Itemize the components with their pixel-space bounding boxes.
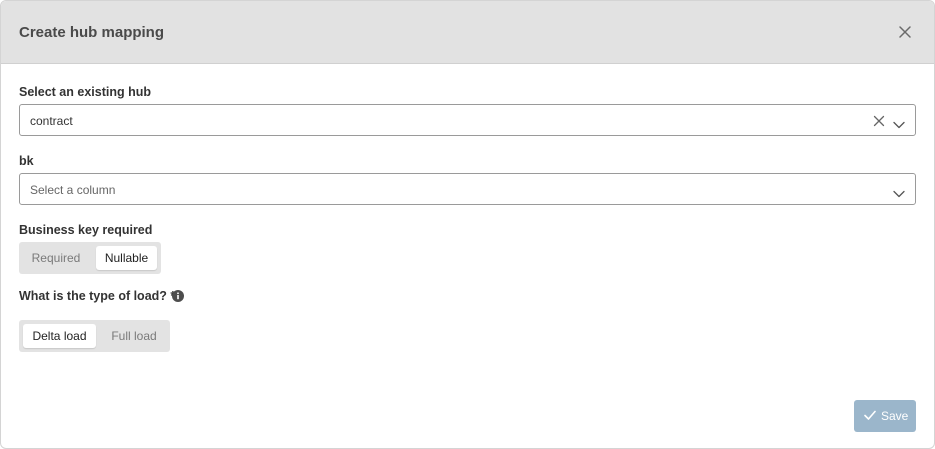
close-button[interactable]	[898, 25, 912, 39]
save-button-label: Save	[881, 409, 909, 423]
bk-column-select[interactable]: Select a column	[19, 173, 916, 205]
bk-label: bk	[19, 154, 34, 168]
business-key-label: Business key required	[19, 223, 153, 237]
save-button[interactable]: Save	[854, 400, 916, 432]
business-key-toggle: Required Nullable	[19, 242, 161, 274]
option-full-load[interactable]: Full load	[102, 324, 166, 348]
hub-select[interactable]: contract	[19, 104, 916, 136]
dialog-title: Create hub mapping	[19, 24, 165, 41]
option-required[interactable]: Required	[23, 246, 89, 270]
close-icon	[899, 26, 911, 38]
load-type-label: What is the type of load? *	[19, 289, 176, 303]
check-icon	[864, 410, 876, 420]
hub-clear-button[interactable]	[873, 114, 885, 127]
hub-select-label: Select an existing hub	[19, 85, 151, 99]
bk-select-chevron[interactable]	[893, 185, 905, 198]
create-hub-mapping-dialog: Create hub mapping Select an existing hu…	[0, 0, 935, 449]
option-delta-load[interactable]: Delta load	[23, 324, 96, 348]
hub-select-chevron[interactable]	[893, 116, 905, 129]
clear-icon	[873, 115, 885, 127]
option-nullable[interactable]: Nullable	[96, 246, 157, 270]
chevron-down-icon	[893, 190, 905, 198]
load-type-info-icon[interactable]	[172, 289, 184, 302]
info-icon	[172, 290, 184, 302]
hub-select-value: contract	[30, 114, 73, 128]
dialog-header: Create hub mapping	[1, 1, 934, 64]
bk-column-placeholder: Select a column	[30, 183, 116, 197]
load-type-toggle: Delta load Full load	[19, 320, 170, 352]
chevron-down-icon	[893, 121, 905, 129]
